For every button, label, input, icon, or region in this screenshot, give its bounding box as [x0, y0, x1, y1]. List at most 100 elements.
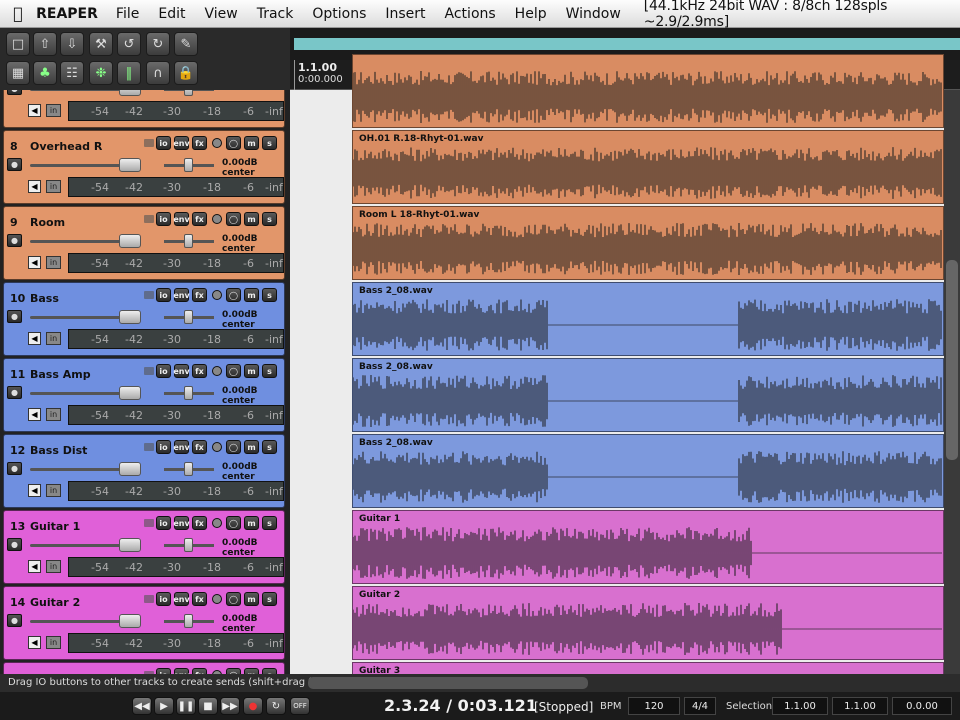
folder-icon[interactable] [144, 595, 154, 603]
envelope-button[interactable]: env [173, 440, 190, 454]
record-monitor-icon[interactable]: ◯ [226, 288, 241, 302]
mute-button[interactable]: m [244, 440, 259, 454]
record-arm-icon[interactable]: ● [7, 310, 22, 323]
track-name[interactable]: Room [30, 216, 65, 229]
io-button[interactable]: io [156, 592, 171, 606]
pan-slider-knob[interactable] [184, 386, 193, 400]
snap-grid-icon[interactable]: ☷ [60, 61, 84, 85]
track-name[interactable]: Bass Dist [30, 444, 87, 457]
pan-slider-knob[interactable] [184, 234, 193, 248]
menu-track[interactable]: Track [257, 6, 294, 22]
track-header[interactable]: 9 Room io env fx ◯ m s ● 0.00dB center ◀ in -54 -42 -3… [3, 206, 285, 280]
solo-button[interactable]: s [262, 288, 277, 302]
speaker-icon[interactable]: ◀ [28, 408, 41, 421]
record-monitor-icon[interactable]: ◯ [226, 136, 241, 150]
bpm-field[interactable]: 120 [628, 697, 680, 715]
record-arm-icon[interactable]: ● [7, 234, 22, 247]
io-button[interactable]: io [156, 136, 171, 150]
envelope-lock-icon[interactable]: ∩ [146, 61, 170, 85]
arrange-view[interactable]: 1.1.000:00.0005.1.000:08.0009.1.000:16.0… [290, 28, 960, 674]
grid-toggle-icon[interactable]: ▦ [6, 61, 30, 85]
track-header[interactable]: 11 Bass Amp io env fx ◯ m s ● 0.00dB center ◀ in -54… [3, 358, 285, 432]
speaker-icon[interactable]: ◀ [28, 636, 41, 649]
media-item[interactable]: Guitar 2 [352, 586, 944, 660]
app-name[interactable]: REAPER [36, 6, 98, 22]
go-to-start-icon[interactable]: ◀◀ [132, 697, 152, 715]
pan-slider-knob[interactable] [184, 462, 193, 476]
media-item[interactable]: Guitar 1 [352, 510, 944, 584]
folder-icon[interactable] [144, 519, 154, 527]
menu-file[interactable]: File [116, 6, 139, 22]
phase-icon[interactable] [212, 442, 222, 452]
speaker-icon[interactable]: ◀ [28, 332, 41, 345]
mute-button[interactable]: m [244, 364, 259, 378]
volume-fader-knob[interactable] [119, 310, 141, 324]
vertical-scrollbar[interactable] [944, 90, 960, 674]
fx-button[interactable]: fx [192, 592, 207, 606]
track-name[interactable]: Guitar 1 [30, 520, 80, 533]
ripple-edit-icon[interactable]: ❉ [89, 61, 113, 85]
fx-button[interactable]: fx [192, 136, 207, 150]
phase-icon[interactable] [212, 366, 222, 376]
track-header[interactable]: 13 Guitar 1 io env fx ◯ m s ● 0.00dB center ◀ in -54… [3, 510, 285, 584]
volume-fader-knob[interactable] [119, 386, 141, 400]
envelope-button[interactable]: env [173, 288, 190, 302]
input-icon[interactable]: in [46, 408, 61, 421]
fx-button[interactable]: fx [192, 364, 207, 378]
volume-fader-knob[interactable] [119, 234, 141, 248]
volume-fader-knob[interactable] [119, 462, 141, 476]
metronome-icon[interactable]: ✎ [174, 32, 198, 56]
track-header[interactable]: 12 Bass Dist io env fx ◯ m s ● 0.00dB center ◀ in -5… [3, 434, 285, 508]
volume-fader-knob[interactable] [119, 538, 141, 552]
io-button[interactable]: io [156, 516, 171, 530]
track-name[interactable]: Bass [30, 292, 59, 305]
pan-slider-knob[interactable] [184, 158, 193, 172]
horizontal-scrollbar[interactable] [308, 677, 588, 689]
solo-button[interactable]: s [262, 364, 277, 378]
io-button[interactable]: io [156, 212, 171, 226]
pause-icon[interactable]: ❚❚ [176, 697, 196, 715]
time-signature-field[interactable]: 4/4 [684, 697, 716, 715]
media-item[interactable]: Room L 18-Rhyt-01.wav [352, 206, 944, 280]
phase-icon[interactable] [212, 518, 222, 528]
record-monitor-icon[interactable]: ◯ [226, 440, 241, 454]
track-header[interactable]: 14 Guitar 2 io env fx ◯ m s ● 0.00dB center ◀ in -54… [3, 586, 285, 660]
record-monitor-icon[interactable]: ◯ [226, 364, 241, 378]
settings-wrench-icon[interactable]: ⚒ [89, 32, 113, 56]
selection-length-field[interactable]: 0.0.00 [892, 697, 952, 715]
phase-icon[interactable] [212, 290, 222, 300]
track-lanes[interactable]: OH.01 R.18-Rhyt-01.wav Room L 18-Rhyt-01.… [290, 54, 944, 674]
auto-crossfade-icon[interactable]: ‖ [117, 61, 141, 85]
record-arm-icon[interactable]: ● [7, 386, 22, 399]
menu-edit[interactable]: Edit [158, 6, 185, 22]
fx-button[interactable]: fx [192, 516, 207, 530]
menu-options[interactable]: Options [312, 6, 366, 22]
track-header[interactable]: 10 Bass io env fx ◯ m s ● 0.00dB center ◀ in -54 -42-… [3, 282, 285, 356]
track-header[interactable]: ioenvfx◯ms●◀in-54-42-30-18-6-inf [3, 90, 285, 128]
solo-button[interactable]: s [262, 212, 277, 226]
input-icon[interactable]: in [46, 256, 61, 269]
record-monitor-icon[interactable]: ◯ [226, 212, 241, 226]
folder-icon[interactable] [144, 443, 154, 451]
track-name[interactable]: Bass Amp [30, 368, 91, 381]
media-item[interactable] [352, 54, 944, 128]
record-arm-icon[interactable]: ● [7, 158, 22, 171]
mute-button[interactable]: m [244, 592, 259, 606]
input-icon[interactable]: in [46, 560, 61, 573]
menu-insert[interactable]: Insert [385, 6, 425, 22]
record-arm-icon[interactable]: ● [7, 462, 22, 475]
folder-icon[interactable] [144, 367, 154, 375]
envelope-button[interactable]: env [173, 212, 190, 226]
phase-icon[interactable] [212, 138, 222, 148]
redo-icon[interactable]: ↻ [146, 32, 170, 56]
folder-icon[interactable] [144, 291, 154, 299]
pan-slider-knob[interactable] [184, 538, 193, 552]
fx-button[interactable]: fx [192, 212, 207, 226]
folder-icon[interactable] [144, 139, 154, 147]
solo-button[interactable]: s [262, 440, 277, 454]
record-arm-icon[interactable]: ● [7, 614, 22, 627]
speaker-icon[interactable]: ◀ [28, 484, 41, 497]
input-icon[interactable]: in [46, 180, 61, 193]
envelope-button[interactable]: env [173, 364, 190, 378]
mute-button[interactable]: m [244, 212, 259, 226]
